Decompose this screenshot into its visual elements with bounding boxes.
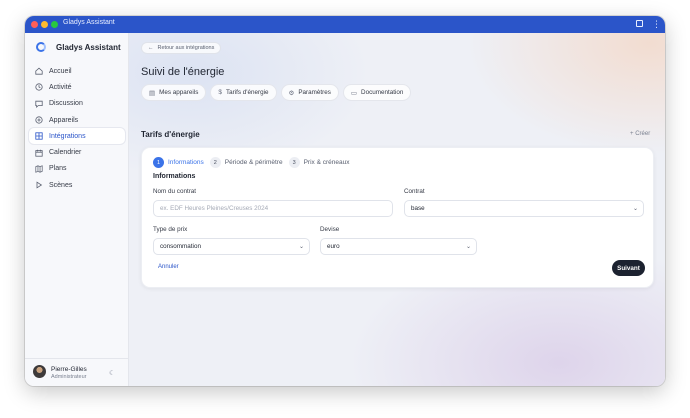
arrow-left-icon: ←	[148, 45, 154, 51]
tab-tarifs-energie[interactable]: $ Tarifs d'énergie	[210, 84, 277, 101]
tab-label: Documentation	[361, 89, 404, 96]
step-label: Informations	[168, 159, 204, 166]
user-name: Pierre-Gilles	[51, 366, 87, 373]
tariff-wizard-card: 1 Informations 2 Période & périmètre 3 P…	[141, 147, 654, 288]
currency-label: Devise	[320, 226, 340, 233]
sidebar-item-appareils[interactable]: Appareils	[29, 112, 125, 128]
more-icon[interactable]: ⋮	[652, 20, 661, 29]
contract-select[interactable]: base ⌄	[404, 200, 644, 217]
currency-value: euro	[327, 243, 340, 250]
brand-name: Gladys Assistant	[56, 42, 121, 52]
clock-icon	[35, 83, 43, 92]
section-title: Tarifs d'énergie	[141, 130, 200, 139]
tab-parametres[interactable]: ⚙ Paramètres	[280, 84, 339, 101]
next-button[interactable]: Suivant	[612, 260, 645, 276]
maximize-window-button[interactable]	[51, 21, 58, 28]
chevron-down-icon: ⌄	[465, 244, 471, 250]
step-label: Prix & créneaux	[303, 159, 350, 166]
step-number: 3	[288, 157, 300, 168]
contract-name-label: Nom du contrat	[153, 188, 197, 195]
sidebar: Gladys Assistant Accueil Activité Discus…	[25, 33, 129, 386]
user-profile[interactable]: Pierre-Gilles Administrateur ☾	[25, 358, 129, 386]
step-periode-perimetre[interactable]: 2 Période & périmètre	[209, 157, 283, 168]
tab-documentation[interactable]: ▭ Documentation	[342, 84, 412, 101]
brand[interactable]: Gladys Assistant	[36, 42, 121, 52]
sidebar-item-calendrier[interactable]: Calendrier	[29, 144, 125, 160]
tab-label: Mes appareils	[159, 89, 199, 96]
sidebar-item-label: Discussion	[49, 100, 83, 108]
sidebar-item-integrations[interactable]: Intégrations	[29, 128, 125, 145]
user-role: Administrateur	[51, 374, 87, 380]
back-label: Retour aux intégrations	[157, 45, 215, 51]
window-title: Gladys Assistant	[63, 19, 115, 26]
map-icon	[35, 165, 43, 173]
cancel-button[interactable]: Annuler	[158, 264, 179, 270]
sidebar-item-label: Calendrier	[49, 149, 82, 157]
chevron-down-icon: ⌄	[298, 244, 304, 250]
title-bar: Gladys Assistant ⋮	[25, 16, 665, 33]
calendar-icon	[35, 149, 43, 157]
sidebar-item-activite[interactable]: Activité	[29, 79, 125, 95]
avatar	[33, 365, 46, 378]
step-number: 2	[209, 157, 221, 168]
sidebar-item-label: Activité	[49, 83, 72, 91]
plus-icon: +	[630, 131, 634, 137]
step-number: 1	[153, 157, 164, 168]
form-title: Informations	[153, 173, 196, 180]
main-content: ← Retour aux intégrations Suivi de l'éne…	[129, 33, 665, 386]
page-title: Suivi de l'énergie	[141, 66, 225, 78]
sidebar-item-label: Intégrations	[49, 132, 86, 140]
contract-name-field[interactable]	[153, 200, 393, 217]
contract-value: base	[411, 205, 425, 212]
chat-icon	[35, 100, 43, 108]
wizard-steps: 1 Informations 2 Période & périmètre 3 P…	[153, 157, 355, 168]
devices-icon	[35, 116, 43, 124]
play-icon	[35, 181, 43, 189]
close-window-button[interactable]	[31, 21, 38, 28]
contract-name-input[interactable]	[160, 205, 392, 212]
contract-label: Contrat	[404, 188, 425, 195]
sidebar-item-plans[interactable]: Plans	[29, 161, 125, 177]
gladys-logo-icon	[36, 42, 46, 52]
currency-select[interactable]: euro ⌄	[320, 238, 477, 255]
tab-label: Tarifs d'énergie	[225, 89, 269, 96]
chevron-down-icon: ⌄	[632, 206, 638, 212]
sidebar-item-accueil[interactable]: Accueil	[29, 63, 125, 79]
tab-label: Paramètres	[298, 89, 331, 96]
grid-icon	[35, 132, 43, 140]
list-icon: ▤	[149, 89, 156, 97]
sidebar-item-label: Plans	[49, 165, 67, 173]
minimize-window-button[interactable]	[41, 21, 48, 28]
price-type-label: Type de prix	[153, 226, 188, 233]
book-icon: ▭	[350, 89, 358, 97]
step-label: Période & périmètre	[224, 159, 283, 166]
dollar-icon: $	[218, 89, 222, 96]
sidebar-nav: Accueil Activité Discussion Appareils In…	[29, 63, 125, 193]
step-informations[interactable]: 1 Informations	[153, 157, 204, 168]
sidebar-item-label: Accueil	[49, 67, 72, 75]
split-view-icon[interactable]	[636, 20, 643, 27]
tab-mes-appareils[interactable]: ▤ Mes appareils	[141, 84, 207, 101]
app-window: Gladys Assistant ⋮ Gladys Assistant Accu…	[25, 16, 665, 386]
sidebar-item-discussion[interactable]: Discussion	[29, 96, 125, 112]
step-prix-creneaux[interactable]: 3 Prix & créneaux	[288, 157, 350, 168]
tab-bar: ▤ Mes appareils $ Tarifs d'énergie ⚙ Par…	[141, 84, 415, 101]
gear-icon: ⚙	[288, 89, 295, 97]
sidebar-item-scenes[interactable]: Scènes	[29, 177, 125, 193]
price-type-value: consommation	[160, 243, 201, 250]
moon-icon[interactable]: ☾	[109, 369, 115, 377]
back-to-integrations-button[interactable]: ← Retour aux intégrations	[141, 42, 222, 54]
sidebar-item-label: Appareils	[49, 116, 79, 124]
create-label: Créer	[635, 131, 651, 137]
price-type-select[interactable]: consommation ⌄	[153, 238, 310, 255]
sidebar-item-label: Scènes	[49, 181, 73, 189]
home-icon	[35, 67, 43, 75]
create-button[interactable]: + Créer	[630, 131, 650, 137]
